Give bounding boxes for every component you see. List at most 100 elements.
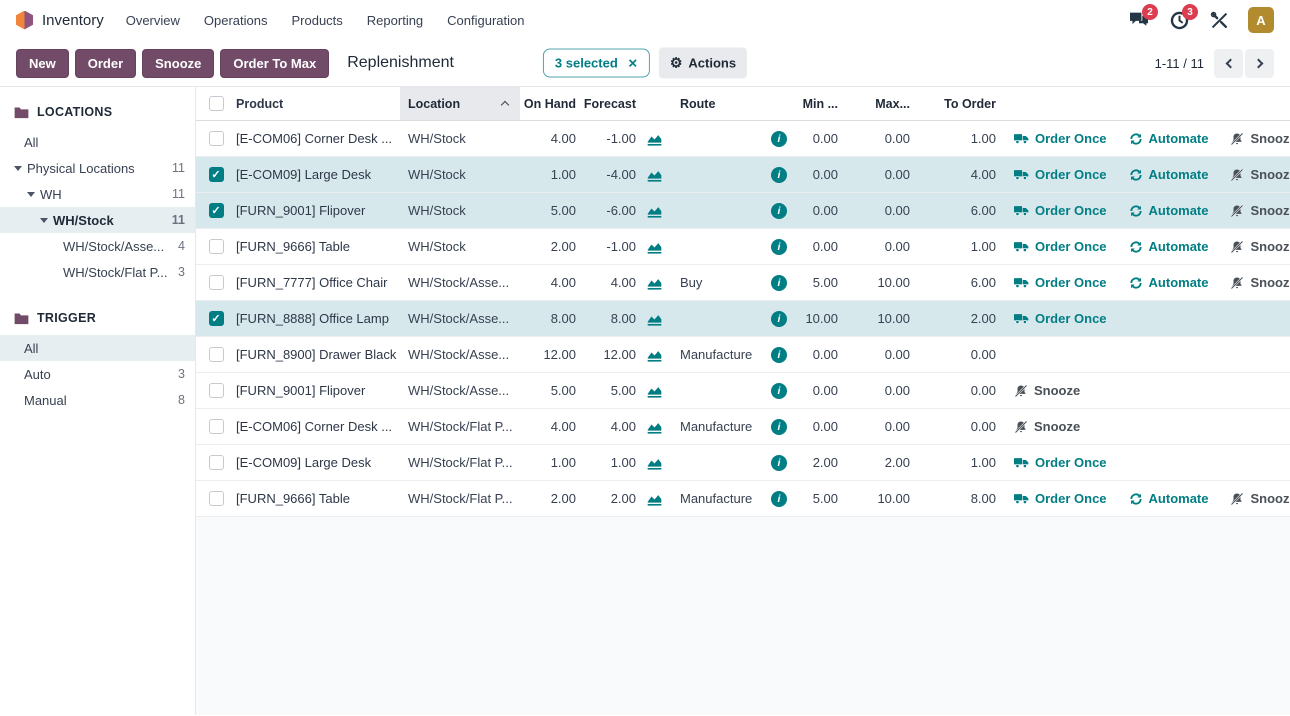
forecast-graph-icon[interactable] xyxy=(646,131,663,146)
sidebar-item-wh-stock-flat-p[interactable]: WH/Stock/Flat P... 3 xyxy=(0,259,195,285)
row-checkbox[interactable] xyxy=(209,491,224,506)
forecast-graph-cell[interactable] xyxy=(636,239,672,254)
row-checkbox[interactable]: ✓ xyxy=(209,311,224,326)
table-row[interactable]: [E-COM06] Corner Desk ... WH/Stock 4.00 … xyxy=(196,121,1290,157)
row-checkbox[interactable] xyxy=(209,383,224,398)
sidebar-item-manual[interactable]: Manual 8 xyxy=(0,387,195,413)
nav-menu-operations[interactable]: Operations xyxy=(204,13,268,28)
forecast-graph-cell[interactable] xyxy=(636,311,672,326)
info-icon[interactable]: i xyxy=(771,419,787,435)
select-all-checkbox[interactable] xyxy=(209,96,224,111)
header-max[interactable]: Max... xyxy=(838,97,910,111)
info-icon[interactable]: i xyxy=(771,491,787,507)
forecast-graph-cell[interactable] xyxy=(636,419,672,434)
table-row[interactable]: [FURN_7777] Office Chair WH/Stock/Asse..… xyxy=(196,265,1290,301)
info-icon[interactable]: i xyxy=(771,239,787,255)
table-row[interactable]: ✓ [FURN_9001] Flipover WH/Stock 5.00 -6.… xyxy=(196,193,1290,229)
new-button[interactable]: New xyxy=(16,49,69,78)
order-once-button[interactable]: Order Once xyxy=(1014,203,1107,218)
forecast-graph-icon[interactable] xyxy=(646,203,663,218)
messages-icon[interactable]: 2 xyxy=(1128,9,1150,31)
forecast-graph-cell[interactable] xyxy=(636,275,672,290)
table-row[interactable]: [FURN_9666] Table WH/Stock 2.00 -1.00 i … xyxy=(196,229,1290,265)
nav-menu-reporting[interactable]: Reporting xyxy=(367,13,423,28)
snooze-button[interactable]: Snooze xyxy=(1230,491,1290,506)
forecast-graph-icon[interactable] xyxy=(646,311,663,326)
sidebar-item-wh-stock[interactable]: WH/Stock 11 xyxy=(0,207,195,233)
table-row[interactable]: [FURN_9001] Flipover WH/Stock/Asse... 5.… xyxy=(196,373,1290,409)
info-icon[interactable]: i xyxy=(771,455,787,471)
snooze-button[interactable]: Snooze xyxy=(1230,167,1290,182)
snooze-button[interactable]: Snooze xyxy=(1014,419,1080,434)
info-icon[interactable]: i xyxy=(771,167,787,183)
header-product[interactable]: Product xyxy=(236,97,400,111)
forecast-graph-icon[interactable] xyxy=(646,347,663,362)
order-button[interactable]: Order xyxy=(75,49,136,78)
info-icon[interactable]: i xyxy=(771,383,787,399)
row-checkbox[interactable]: ✓ xyxy=(209,203,224,218)
header-min[interactable]: Min ... xyxy=(794,97,838,111)
snooze-button[interactable]: Snooze xyxy=(1230,239,1290,254)
forecast-graph-icon[interactable] xyxy=(646,275,663,290)
header-forecast[interactable]: Forecast xyxy=(576,97,636,111)
row-checkbox[interactable] xyxy=(209,455,224,470)
info-icon[interactable]: i xyxy=(771,275,787,291)
header-location[interactable]: Location xyxy=(400,87,520,120)
row-checkbox[interactable]: ✓ xyxy=(209,167,224,182)
table-row[interactable]: [FURN_9666] Table WH/Stock/Flat P... 2.0… xyxy=(196,481,1290,517)
forecast-graph-icon[interactable] xyxy=(646,419,663,434)
header-on-hand[interactable]: On Hand xyxy=(520,97,576,111)
table-row[interactable]: [E-COM06] Corner Desk ... WH/Stock/Flat … xyxy=(196,409,1290,445)
forecast-graph-icon[interactable] xyxy=(646,455,663,470)
pager-next-button[interactable] xyxy=(1245,49,1274,78)
nav-menu-overview[interactable]: Overview xyxy=(126,13,180,28)
snooze-button[interactable]: Snooze xyxy=(142,49,214,78)
forecast-graph-cell[interactable] xyxy=(636,383,672,398)
sidebar-item-all[interactable]: All xyxy=(0,129,195,155)
row-checkbox[interactable] xyxy=(209,275,224,290)
order-once-button[interactable]: Order Once xyxy=(1014,491,1107,506)
forecast-graph-cell[interactable] xyxy=(636,455,672,470)
user-avatar[interactable]: A xyxy=(1248,7,1274,33)
order-once-button[interactable]: Order Once xyxy=(1014,167,1107,182)
sidebar-item-wh[interactable]: WH 11 xyxy=(0,181,195,207)
info-icon[interactable]: i xyxy=(771,347,787,363)
row-checkbox[interactable] xyxy=(209,347,224,362)
sidebar-item-wh-stock-asse[interactable]: WH/Stock/Asse... 4 xyxy=(0,233,195,259)
snooze-button[interactable]: Snooze xyxy=(1230,203,1290,218)
forecast-graph-cell[interactable] xyxy=(636,491,672,506)
snooze-button[interactable]: Snooze xyxy=(1230,275,1290,290)
tools-icon[interactable] xyxy=(1208,9,1230,31)
automate-button[interactable]: Automate xyxy=(1129,275,1209,290)
info-icon[interactable]: i xyxy=(771,131,787,147)
info-icon[interactable]: i xyxy=(771,311,787,327)
inventory-app-icon[interactable] xyxy=(16,11,33,30)
automate-button[interactable]: Automate xyxy=(1129,203,1209,218)
nav-menu-products[interactable]: Products xyxy=(291,13,342,28)
actions-button[interactable]: ⚙ Actions xyxy=(659,48,747,79)
forecast-graph-icon[interactable] xyxy=(646,383,663,398)
snooze-button[interactable]: Snooze xyxy=(1230,131,1290,146)
pager-previous-button[interactable] xyxy=(1214,49,1243,78)
order-once-button[interactable]: Order Once xyxy=(1014,131,1107,146)
forecast-graph-cell[interactable] xyxy=(636,131,672,146)
nav-menu-configuration[interactable]: Configuration xyxy=(447,13,524,28)
clear-selection-icon[interactable]: ✕ xyxy=(628,56,638,70)
row-checkbox[interactable] xyxy=(209,131,224,146)
table-row[interactable]: ✓ [FURN_8888] Office Lamp WH/Stock/Asse.… xyxy=(196,301,1290,337)
automate-button[interactable]: Automate xyxy=(1129,167,1209,182)
row-checkbox[interactable] xyxy=(209,419,224,434)
automate-button[interactable]: Automate xyxy=(1129,131,1209,146)
forecast-graph-icon[interactable] xyxy=(646,167,663,182)
automate-button[interactable]: Automate xyxy=(1129,239,1209,254)
automate-button[interactable]: Automate xyxy=(1129,491,1209,506)
forecast-graph-icon[interactable] xyxy=(646,491,663,506)
order-once-button[interactable]: Order Once xyxy=(1014,239,1107,254)
order-to-max-button[interactable]: Order To Max xyxy=(220,49,329,78)
app-name[interactable]: Inventory xyxy=(42,12,104,29)
header-route[interactable]: Route xyxy=(672,97,764,111)
sidebar-item-physical-locations[interactable]: Physical Locations 11 xyxy=(0,155,195,181)
table-row[interactable]: ✓ [E-COM09] Large Desk WH/Stock 1.00 -4.… xyxy=(196,157,1290,193)
row-checkbox[interactable] xyxy=(209,239,224,254)
sidebar-item-all[interactable]: All xyxy=(0,335,195,361)
